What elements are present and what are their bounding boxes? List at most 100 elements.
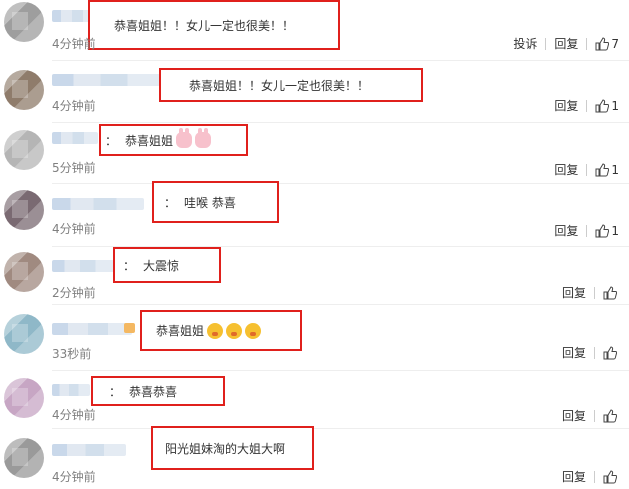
comment-text-highlight: 恭喜姐姐！！女儿一定也很美！！ xyxy=(159,68,423,102)
comment-text-highlight: 恭喜姐姐！！女儿一定也很美！！ xyxy=(88,0,340,50)
comment-time: 4分钟前 xyxy=(52,470,96,484)
row-divider xyxy=(52,122,629,123)
comment-actions: 回复 xyxy=(554,344,619,361)
comment-row: ： 恭喜姐姐 5分钟前 回复 1 xyxy=(0,124,629,182)
comment-row: 恭喜姐姐！！女儿一定也很美！！ 4分钟前 投诉 回复 7 xyxy=(0,0,629,56)
comment-actions: 投诉 回复 7 xyxy=(505,35,619,52)
username-blurred[interactable] xyxy=(52,260,114,272)
reply-button[interactable]: 回复 xyxy=(562,344,586,361)
avatar[interactable] xyxy=(4,378,44,418)
username-blurred[interactable] xyxy=(52,74,160,86)
comment-text: 恭喜姐姐 xyxy=(125,133,174,148)
username-blurred[interactable] xyxy=(52,323,132,335)
action-divider xyxy=(545,37,547,50)
like-button[interactable]: 1 xyxy=(595,224,619,238)
comment-text: 恭喜姐姐 xyxy=(156,324,205,338)
thumbs-up-icon xyxy=(603,345,617,359)
comment-text-highlight: ： 恭喜恭喜 xyxy=(91,376,225,406)
action-divider xyxy=(594,286,595,299)
colon-separator: ： xyxy=(105,133,118,148)
like-count: 7 xyxy=(611,36,619,51)
action-divider xyxy=(586,224,588,237)
like-button[interactable] xyxy=(603,469,619,484)
username-blurred[interactable] xyxy=(52,384,90,396)
comment-text-highlight: 阳光姐妹淘的大姐大啊 xyxy=(151,426,314,470)
like-button[interactable] xyxy=(603,285,619,300)
reply-button[interactable]: 回复 xyxy=(562,284,586,301)
like-count: 1 xyxy=(611,223,619,238)
like-button[interactable] xyxy=(603,408,619,423)
comment-actions: 回复 1 xyxy=(546,222,619,239)
comment-time: 4分钟前 xyxy=(52,99,96,113)
comment-actions: 回复 xyxy=(554,284,619,301)
avatar[interactable] xyxy=(4,2,44,42)
like-button[interactable]: 1 xyxy=(595,99,619,113)
comment-row: 阳光姐妹淘的大姐大啊 4分钟前 回复 xyxy=(0,426,629,489)
comment-actions: 回复 1 xyxy=(546,97,619,114)
thumbs-up-icon xyxy=(595,98,610,112)
comment-row: ： 恭喜恭喜 4分钟前 回复 xyxy=(0,370,629,426)
like-button[interactable]: 7 xyxy=(595,37,619,51)
comment-actions: 回复 xyxy=(554,468,619,485)
avatar[interactable] xyxy=(4,130,44,170)
comment-time: 4分钟前 xyxy=(52,37,96,51)
username-blurred[interactable] xyxy=(52,198,144,210)
avatar[interactable] xyxy=(4,252,44,292)
reply-button[interactable]: 回复 xyxy=(554,97,578,114)
action-divider xyxy=(586,37,588,50)
avatar[interactable] xyxy=(4,314,44,354)
action-divider xyxy=(594,470,595,483)
colon-separator: ： xyxy=(109,384,122,399)
comment-time: 4分钟前 xyxy=(52,222,96,236)
blush-emoji-icon xyxy=(207,322,224,339)
comment-text-highlight: 恭喜姐姐 xyxy=(140,310,302,351)
comment-text: 大震惊 xyxy=(143,258,180,273)
thumbs-up-icon xyxy=(595,223,610,237)
username-blurred[interactable] xyxy=(52,444,126,456)
comment-text-highlight: ： 哇喉 恭喜 xyxy=(152,181,279,223)
reply-button[interactable]: 回复 xyxy=(562,468,586,485)
reply-button[interactable]: 回复 xyxy=(554,161,578,178)
comment-actions: 回复 1 xyxy=(546,161,619,178)
thumbs-up-icon xyxy=(603,285,617,299)
comment-text-highlight: ： 恭喜姐姐 xyxy=(99,124,248,156)
report-button[interactable]: 投诉 xyxy=(513,35,537,52)
reply-button[interactable]: 回复 xyxy=(554,222,578,239)
blush-emoji-icon xyxy=(226,322,243,339)
thumbs-up-icon xyxy=(603,469,617,483)
comment-row: 恭喜姐姐！！女儿一定也很美！！ 4分钟前 回复 1 xyxy=(0,62,629,120)
avatar[interactable] xyxy=(4,70,44,110)
comment-text: 恭喜姐姐！！女儿一定也很美！！ xyxy=(189,78,370,93)
comment-time: 5分钟前 xyxy=(52,161,96,175)
row-divider xyxy=(52,60,629,61)
comment-row: ： 哇喉 恭喜 4分钟前 回复 1 xyxy=(0,181,629,244)
action-divider xyxy=(594,409,595,422)
like-count: 1 xyxy=(611,98,619,113)
colon-separator: ： xyxy=(164,195,177,210)
comment-time: 2分钟前 xyxy=(52,286,96,300)
like-count: 1 xyxy=(611,162,619,177)
rabbit-emoji-icon xyxy=(176,128,193,148)
reply-button[interactable]: 回复 xyxy=(554,35,578,52)
avatar[interactable] xyxy=(4,438,44,478)
comment-text: 恭喜姐姐！！女儿一定也很美！！ xyxy=(114,18,295,33)
comment-text: 哇喉 恭喜 xyxy=(184,195,236,210)
reply-button[interactable]: 回复 xyxy=(562,407,586,424)
comment-row: 恭喜姐姐 33秒前 回复 xyxy=(0,304,629,370)
comment-actions: 回复 xyxy=(554,407,619,424)
avatar[interactable] xyxy=(4,190,44,230)
action-divider xyxy=(586,99,588,112)
like-button[interactable] xyxy=(603,345,619,360)
thumbs-up-icon xyxy=(595,36,610,50)
colon-separator: ： xyxy=(123,258,136,273)
like-button[interactable]: 1 xyxy=(595,163,619,177)
thumbs-up-icon xyxy=(595,162,610,176)
comment-row: ： 大震惊 2分钟前 回复 xyxy=(0,246,629,302)
comment-text-highlight: ： 大震惊 xyxy=(113,247,221,283)
action-divider xyxy=(586,163,588,176)
comment-time: 33秒前 xyxy=(52,347,92,361)
vip-badge-icon xyxy=(124,323,135,333)
username-blurred[interactable] xyxy=(52,132,98,144)
comment-time: 4分钟前 xyxy=(52,408,96,422)
rabbit-emoji-icon xyxy=(195,128,212,148)
